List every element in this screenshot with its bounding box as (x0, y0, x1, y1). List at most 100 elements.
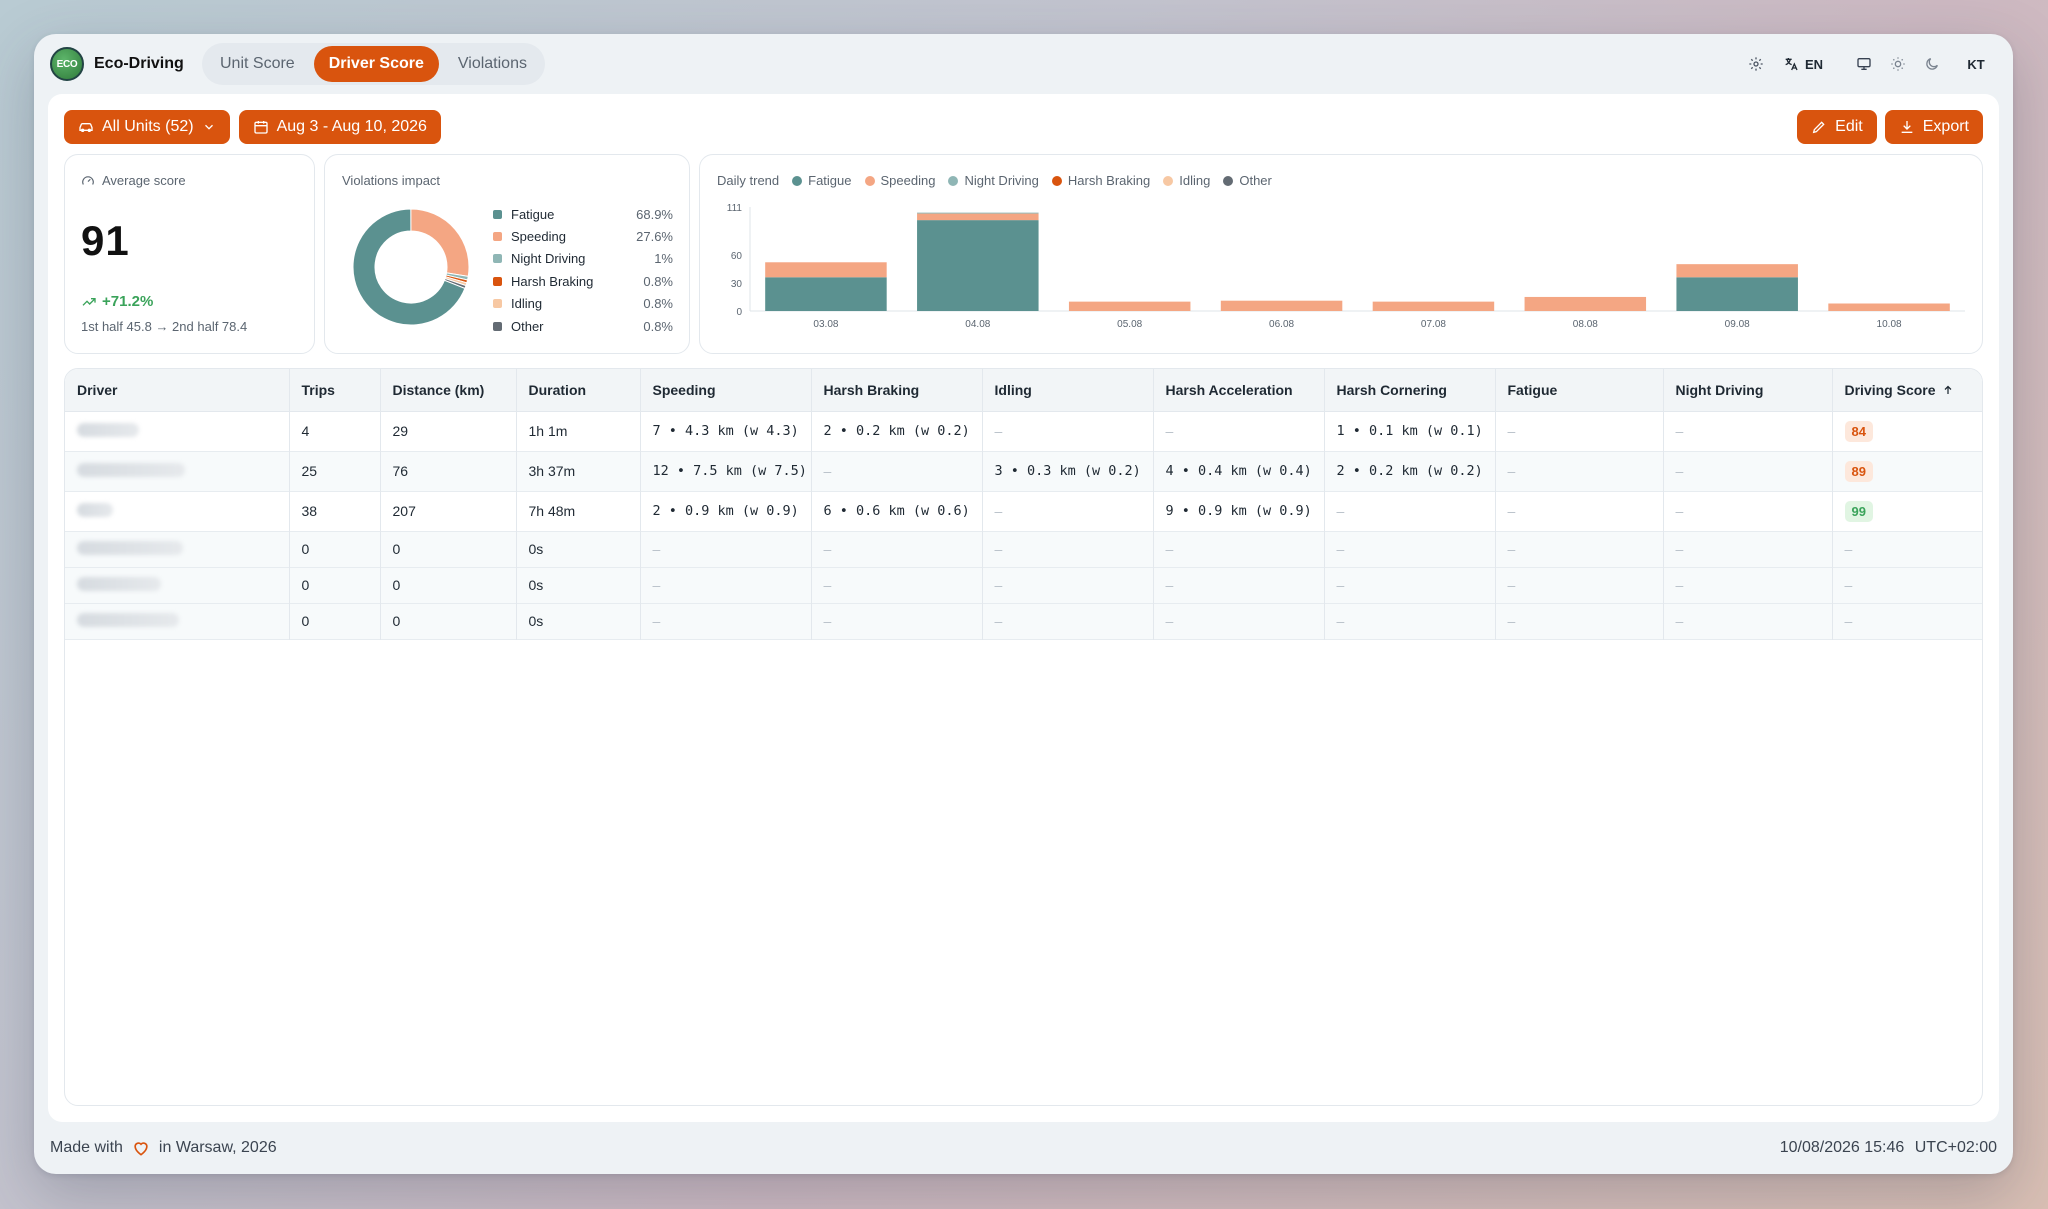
cell-night-driving: – (1662, 491, 1832, 531)
average-score-value: 91 (81, 217, 130, 264)
cell-harsh-braking: – (810, 451, 982, 491)
trend-legend-fatigue[interactable]: Fatigue (792, 173, 852, 188)
cell-fatigue: – (1494, 451, 1663, 491)
legend-dot (864, 175, 875, 186)
col-night-driving[interactable]: Night Driving (1662, 369, 1832, 412)
trend-legend-speeding[interactable]: Speeding (864, 173, 935, 188)
col-driver[interactable]: Driver (65, 369, 289, 412)
bar-segment-speeding[interactable] (765, 262, 887, 278)
legend-swatch (493, 321, 502, 331)
cell-harsh-acceleration: 4 • 0.4 km (w 0.4) (1152, 451, 1324, 491)
score-delta-value: +71.2% (102, 293, 154, 310)
col-distance[interactable]: Distance (km) (379, 369, 516, 412)
x-tick-label: 08.08 (1573, 319, 1598, 330)
user-avatar[interactable]: KT (1959, 57, 1993, 72)
date-range-button[interactable]: Aug 3 - Aug 10, 2026 (238, 110, 441, 144)
donut-slice-speeding[interactable] (410, 208, 470, 277)
cell-harsh-acceleration: – (1152, 567, 1324, 603)
bar-segment-speeding[interactable] (1524, 296, 1647, 311)
col-harsh-acceleration[interactable]: Harsh Acceleration (1152, 369, 1324, 412)
legend-label: Fatigue (511, 206, 555, 222)
cell-night-driving: – (1662, 411, 1832, 451)
driver-name-redacted (65, 603, 289, 639)
cell-trips: 25 (288, 451, 380, 491)
legend-label: Other (511, 318, 544, 334)
cell-speeding: 7 • 4.3 km (w 4.3) (639, 411, 811, 451)
trend-legend-night-driving[interactable]: Night Driving (948, 173, 1039, 188)
col-idling[interactable]: Idling (981, 369, 1153, 412)
units-filter-button[interactable]: All Units (52) (64, 110, 230, 144)
table-row[interactable]: 0 0 0s – – – – – – – – (65, 603, 1982, 639)
score-halves: 1st half 45.8 → 2nd half 78.4 (81, 319, 248, 334)
col-driving-score[interactable]: Driving Score (1831, 369, 1982, 412)
legend-swatch (493, 276, 502, 286)
col-trips[interactable]: Trips (288, 369, 380, 412)
col-fatigue[interactable]: Fatigue (1494, 369, 1663, 412)
monitor-icon[interactable] (1847, 47, 1881, 81)
download-icon (1901, 121, 1913, 133)
cell-night-driving: – (1662, 451, 1832, 491)
cell-idling: – (981, 531, 1153, 567)
language-switch[interactable]: EN (1773, 47, 1833, 81)
legend-swatch (493, 254, 502, 264)
bar-segment-speeding[interactable] (917, 213, 1039, 221)
legend-dot (1051, 175, 1062, 186)
cell-distance: 207 (379, 491, 516, 531)
legend-value: 27.6% (636, 229, 673, 245)
col-driving-score-label: Driving Score (1844, 381, 1936, 398)
violations-legend: Fatigue 68.9% Speeding 27.6% Night Drivi… (493, 203, 673, 337)
y-tick-label: 111 (727, 203, 743, 214)
bar-segment-speeding[interactable] (1220, 300, 1343, 311)
trend-legend-label: Fatigue (808, 173, 852, 188)
violations-impact-title: Violations impact (342, 173, 441, 188)
average-score-card: Average score 91 +71.2% 1st half 45.8 → … (64, 154, 315, 354)
bar-segment-speeding[interactable] (1828, 303, 1950, 311)
table-row[interactable]: 38 207 7h 48m 2 • 0.9 km (w 0.9) 6 • 0.6… (65, 491, 1982, 531)
cell-speeding: 2 • 0.9 km (w 0.9) (639, 491, 811, 531)
trend-legend-harsh-braking[interactable]: Harsh Braking (1051, 173, 1150, 188)
bar-segment-night-driving[interactable] (917, 212, 1039, 214)
cell-harsh-braking: – (810, 603, 982, 639)
calendar-icon (253, 121, 268, 134)
filter-bar: All Units (52) Aug 3 - Aug 10, 2026 (64, 110, 441, 144)
cell-speeding: – (639, 567, 811, 603)
bar-segment-fatigue[interactable] (765, 277, 887, 311)
cell-harsh-acceleration: – (1152, 411, 1324, 451)
brand[interactable]: ECO Eco-Driving (50, 47, 184, 81)
col-harsh-braking[interactable]: Harsh Braking (810, 369, 982, 412)
tab-violations[interactable]: Violations (443, 46, 542, 82)
driver-score-table: Driver Trips Distance (km) Duration Spee… (64, 368, 1983, 1106)
export-label: Export (1922, 118, 1969, 135)
bar-segment-fatigue[interactable] (917, 220, 1039, 311)
x-tick-label: 04.08 (965, 319, 990, 330)
bar-segment-speeding[interactable] (1372, 301, 1495, 311)
table-row[interactable]: 0 0 0s – – – – – – – – (65, 567, 1982, 603)
driver-name-redacted (65, 567, 289, 603)
bar-segment-speeding[interactable] (1676, 264, 1798, 278)
cell-duration: 3h 37m (515, 451, 640, 491)
legend-item-fatigue: Fatigue 68.9% (493, 203, 673, 225)
driver-name-redacted (65, 531, 289, 567)
legend-label: Harsh Braking (511, 273, 594, 289)
tab-unit-score[interactable]: Unit Score (205, 46, 310, 82)
col-speeding[interactable]: Speeding (639, 369, 811, 412)
gear-icon[interactable] (1739, 47, 1773, 81)
bar-segment-speeding[interactable] (1068, 301, 1191, 311)
legend-item-idling: Idling 0.8% (493, 293, 673, 315)
tab-driver-score[interactable]: Driver Score (313, 46, 439, 82)
col-harsh-cornering[interactable]: Harsh Cornering (1323, 369, 1495, 412)
trend-legend-idling[interactable]: Idling (1163, 173, 1210, 188)
sun-icon[interactable] (1881, 47, 1915, 81)
cell-harsh-acceleration: – (1152, 531, 1324, 567)
violations-impact-card: Violations impact Fatigue 68.9% Speeding… (324, 154, 690, 354)
moon-icon[interactable] (1915, 47, 1949, 81)
footer-clock: 10/08/2026 15:46 UTC+02:00 (1780, 1139, 1997, 1157)
table-row[interactable]: 25 76 3h 37m 12 • 7.5 km (w 7.5) – 3 • 0… (65, 451, 1982, 491)
export-button[interactable]: Export (1884, 110, 1983, 144)
col-duration[interactable]: Duration (515, 369, 640, 412)
bar-segment-fatigue[interactable] (1676, 277, 1798, 311)
table-row[interactable]: 0 0 0s – – – – – – – – (65, 531, 1982, 567)
edit-button[interactable]: Edit (1797, 110, 1877, 144)
trend-legend-other[interactable]: Other (1223, 173, 1272, 188)
table-row[interactable]: 4 29 1h 1m 7 • 4.3 km (w 4.3) 2 • 0.2 km… (65, 411, 1982, 451)
